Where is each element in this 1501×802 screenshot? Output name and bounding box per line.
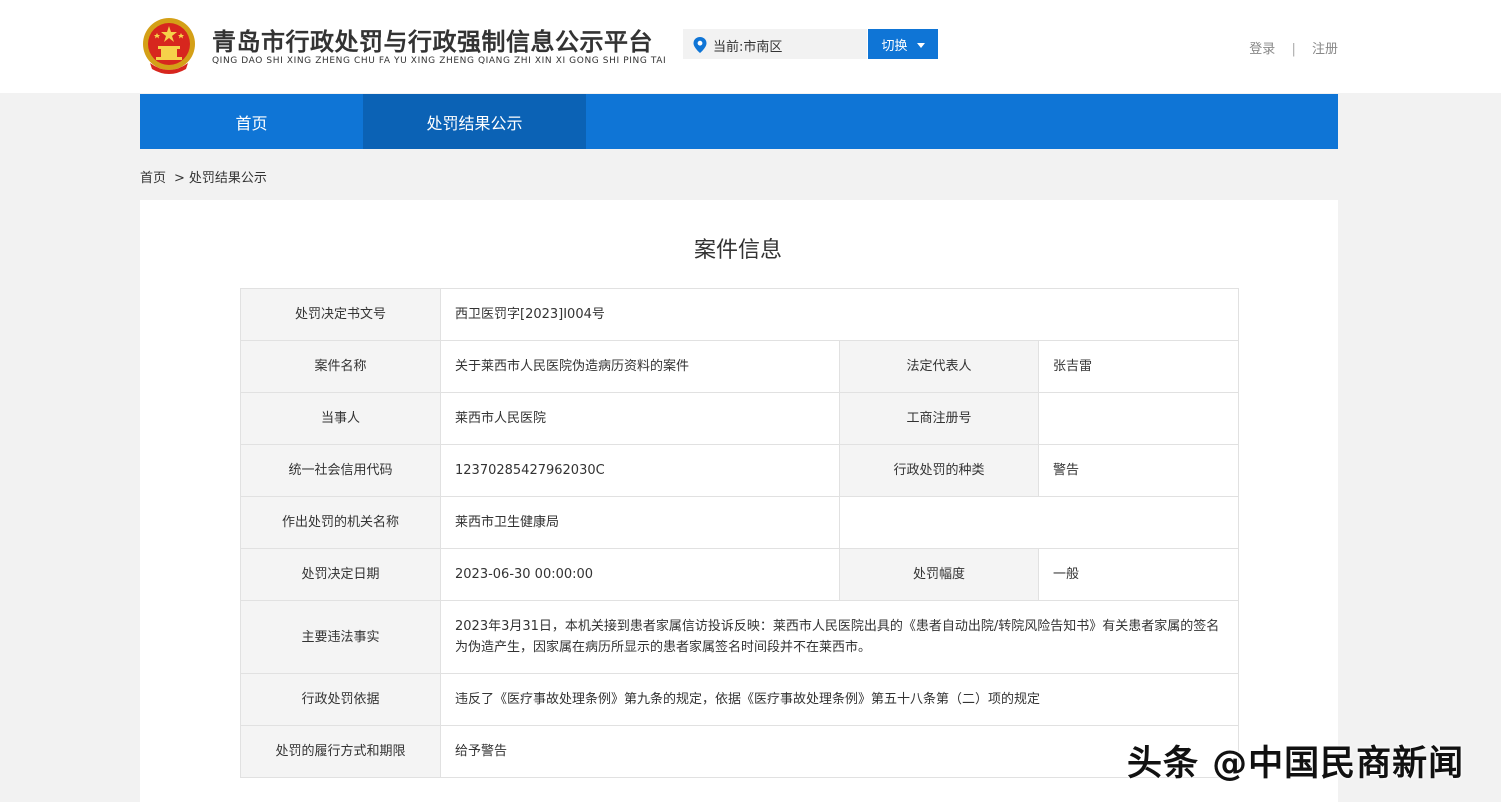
party-value: 莱西市人民医院 — [440, 392, 840, 445]
national-emblem-icon — [143, 18, 195, 74]
penalty-type-value: 警告 — [1038, 444, 1239, 497]
case-info-table: 处罚决定书文号 西卫医罚字[2023]Ⅰ004号 案件名称 关于莱西市人民医院伪… — [240, 288, 1239, 778]
location-indicator: 当前:市南区 — [683, 29, 867, 59]
penalty-type-label: 行政处罚的种类 — [839, 444, 1039, 497]
nav-item-penalty-results[interactable]: 处罚结果公示 — [363, 94, 586, 149]
authority-value: 莱西市卫生健康局 — [440, 496, 840, 549]
biz-reg-label: 工商注册号 — [839, 392, 1039, 445]
breadcrumb-current: 处罚结果公示 — [188, 171, 267, 186]
site-title: 青岛市行政处罚与行政强制信息公示平台 — [212, 28, 653, 56]
case-name-label: 案件名称 — [240, 340, 441, 393]
legal-rep-label: 法定代表人 — [839, 340, 1039, 393]
case-name-value: 关于莱西市人民医院伪造病历资料的案件 — [440, 340, 840, 393]
switch-region-button[interactable]: 切换 — [868, 29, 938, 59]
execution-label: 处罚的履行方式和期限 — [240, 725, 441, 778]
location-pin-icon — [693, 37, 707, 53]
decision-date-label: 处罚决定日期 — [240, 548, 441, 601]
degree-value: 一般 — [1038, 548, 1239, 601]
login-link[interactable]: 登录 — [1249, 42, 1275, 57]
degree-label: 处罚幅度 — [839, 548, 1039, 601]
top-header: 青岛市行政处罚与行政强制信息公示平台 QING DAO SHI XING ZHE… — [0, 0, 1501, 93]
page-title: 案件信息 — [693, 238, 782, 263]
facts-value: 2023年3月31日，本机关接到患者家属信访投诉反映：莱西市人民医院出具的《患者… — [440, 600, 1239, 674]
table-row: 作出处罚的机关名称 莱西市卫生健康局 — [240, 496, 1239, 549]
basis-label: 行政处罚依据 — [240, 673, 441, 726]
party-label: 当事人 — [240, 392, 441, 445]
credit-code-label: 统一社会信用代码 — [240, 444, 441, 497]
basis-value: 违反了《医疗事故处理条例》第九条的规定，依据《医疗事故处理条例》第五十八条第（二… — [440, 673, 1239, 726]
location-text: 当前:市南区 — [713, 40, 783, 55]
empty-cell — [839, 496, 1239, 549]
site-subtitle: QING DAO SHI XING ZHENG CHU FA YU XING Z… — [212, 56, 667, 66]
register-link[interactable]: 注册 — [1312, 42, 1338, 57]
decision-date-value: 2023-06-30 00:00:00 — [440, 548, 840, 601]
table-row: 统一社会信用代码 12370285427962030C 行政处罚的种类 警告 — [240, 444, 1239, 497]
breadcrumb: 首页 > 处罚结果公示 — [140, 167, 267, 186]
main-nav: 首页 处罚结果公示 — [140, 94, 1338, 149]
decision-no-value: 西卫医罚字[2023]Ⅰ004号 — [440, 288, 1239, 341]
table-row: 案件名称 关于莱西市人民医院伪造病历资料的案件 法定代表人 张吉雷 — [240, 340, 1239, 393]
decision-no-label: 处罚决定书文号 — [240, 288, 441, 341]
table-row: 处罚决定日期 2023-06-30 00:00:00 处罚幅度 一般 — [240, 548, 1239, 601]
table-row: 当事人 莱西市人民医院 工商注册号 — [240, 392, 1239, 445]
caret-down-icon — [916, 42, 925, 48]
switch-label: 切换 — [881, 38, 908, 54]
watermark: 头条 @中国民商新闻 — [1127, 744, 1465, 784]
nav-item-home[interactable]: 首页 — [140, 94, 363, 149]
auth-links: 登录 | 注册 — [1249, 38, 1338, 57]
biz-reg-value — [1038, 392, 1239, 445]
auth-separator: | — [1291, 42, 1296, 57]
breadcrumb-arrow: > — [174, 171, 185, 186]
facts-label: 主要违法事实 — [240, 600, 441, 674]
breadcrumb-home[interactable]: 首页 — [140, 171, 166, 186]
credit-code-value: 12370285427962030C — [440, 444, 840, 497]
execution-value: 给予警告 — [440, 725, 1239, 778]
table-row: 处罚决定书文号 西卫医罚字[2023]Ⅰ004号 — [240, 288, 1239, 341]
authority-label: 作出处罚的机关名称 — [240, 496, 441, 549]
table-row: 行政处罚依据 违反了《医疗事故处理条例》第九条的规定，依据《医疗事故处理条例》第… — [240, 673, 1239, 726]
table-row: 主要违法事实 2023年3月31日，本机关接到患者家属信访投诉反映：莱西市人民医… — [240, 600, 1239, 674]
table-row: 处罚的履行方式和期限 给予警告 — [240, 725, 1239, 778]
legal-rep-value: 张吉雷 — [1038, 340, 1239, 393]
